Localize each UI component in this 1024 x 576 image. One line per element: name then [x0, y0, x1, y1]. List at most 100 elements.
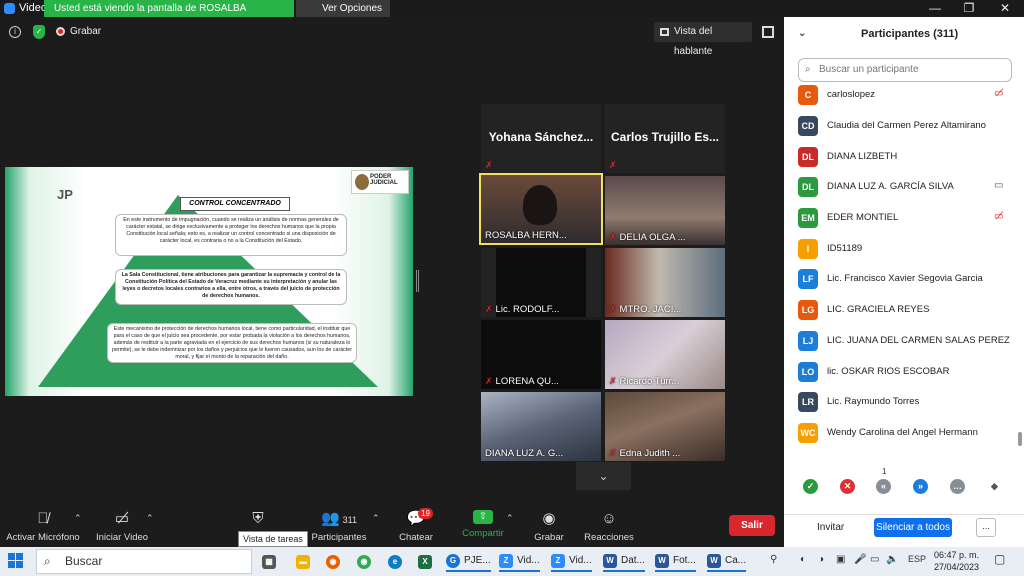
video-off-icon: ▭̸: [994, 88, 1004, 99]
system-clock[interactable]: 06:47 p. m. 27/04/2023: [934, 549, 979, 573]
people-icon[interactable]: ⚲: [770, 554, 777, 565]
chrome-icon[interactable]: ◉: [357, 551, 371, 572]
participants-scrollbar[interactable]: [1018, 87, 1022, 457]
participants-panel-header: ⌄ Participantes (311): [784, 17, 1024, 53]
invite-button[interactable]: Invitar: [812, 519, 849, 536]
participant-list-item[interactable]: LF Lic. Francisco Xavier Segovia Garcia: [798, 269, 1018, 291]
mute-all-button[interactable]: Silenciar a todos: [874, 518, 952, 537]
windows-start-icon[interactable]: [8, 553, 24, 569]
search-icon: ⌕: [44, 554, 51, 568]
nonverbal-feedback-bar: 1 ✓ ✕ « » … ◆: [800, 467, 1010, 507]
network-icon[interactable]: ▭: [870, 554, 879, 565]
yes-check-icon[interactable]: ✓: [803, 479, 818, 494]
video-options-caret[interactable]: ⌃: [146, 513, 154, 524]
excel-icon[interactable]: X: [418, 551, 432, 572]
participant-tile[interactable]: Yohana Sánchez... ✗: [481, 104, 601, 173]
file-explorer-icon[interactable]: ▬: [296, 551, 310, 572]
edge-icon[interactable]: e: [388, 551, 402, 572]
share-label: Compartir: [462, 528, 504, 539]
participant-name: ID51189: [827, 243, 863, 254]
tray-app-icon[interactable]: ◐: [800, 554, 806, 565]
firefox-icon[interactable]: ◉: [326, 551, 340, 572]
participant-list-item[interactable]: C carloslopez ▭̸: [798, 85, 1018, 107]
more-options-button[interactable]: ...: [976, 518, 996, 537]
reactions-button[interactable]: ☺ Reacciones: [584, 510, 634, 543]
language-indicator[interactable]: ESP: [908, 554, 926, 564]
go-faster-icon[interactable]: »: [913, 479, 928, 494]
task-view-icon[interactable]: ▦: [262, 551, 276, 572]
notifications-icon[interactable]: ▢: [994, 552, 1005, 566]
more-reactions-icon[interactable]: …: [950, 479, 965, 494]
microphone-icon[interactable]: 🎤: [854, 554, 866, 565]
slide-paragraph-3: Este mecanismo de protección de derechos…: [107, 323, 357, 363]
taskbar-app-word[interactable]: W Fot...: [655, 551, 696, 572]
leave-meeting-button[interactable]: Salir: [729, 515, 775, 536]
taskbar-app-zoom[interactable]: Z Vid...: [551, 551, 592, 572]
participant-list-item[interactable]: LO lic. OSKAR RIOS ESCOBAR: [798, 362, 1018, 384]
windows-taskbar: ⌕ Buscar ▦ ▬ ◉ ◉ e X G PJE... Z Vid... Z…: [0, 547, 1024, 576]
audio-options-caret[interactable]: ⌃: [74, 513, 82, 524]
participant-list-item[interactable]: LJ LIC. JUANA DEL CARMEN SALAS PEREZ: [798, 331, 1018, 353]
speaker-view-button[interactable]: Vista del hablante: [654, 22, 752, 57]
gallery-scroll-down-button[interactable]: ⌄: [576, 462, 631, 490]
participant-tile[interactable]: ✗ Edna Judith ...: [605, 392, 725, 461]
participant-tile[interactable]: ✗ Ricardo Turr...: [605, 320, 725, 389]
taskbar-app-word[interactable]: W Ca...: [707, 551, 747, 572]
avatar: LG: [798, 300, 818, 320]
participants-panel-title: Participantes (311): [861, 28, 959, 40]
participants-options-caret[interactable]: ⌃: [372, 513, 380, 524]
taskbar-app-zoom[interactable]: Z Vid...: [499, 551, 540, 572]
go-slower-icon[interactable]: «: [876, 479, 891, 494]
participant-list-item[interactable]: LR Lic. Raymundo Torres: [798, 392, 1018, 414]
taskbar-app-word[interactable]: W Dat...: [603, 551, 645, 572]
scrollbar-thumb[interactable]: [1018, 432, 1022, 446]
close-window-button[interactable]: ✕: [988, 0, 1022, 17]
participant-tile[interactable]: ✗ Lic. RODOLF...: [481, 248, 601, 317]
collapse-chevron-icon[interactable]: ⌄: [798, 28, 806, 39]
participant-search-input[interactable]: ⌕ Buscar un participante: [798, 58, 1012, 82]
unmute-button[interactable]: 🎙̸ Activar Micrófono: [6, 510, 80, 543]
record-button[interactable]: ◉ Grabar: [532, 510, 566, 543]
participant-list-item[interactable]: CD Claudia del Carmen Perez Altamirano: [798, 116, 1018, 138]
security-button[interactable]: ⛨: [248, 510, 268, 532]
reaction-count: 1: [882, 467, 887, 476]
avatar: C: [798, 85, 818, 105]
share-options-caret[interactable]: ⌃: [506, 513, 514, 524]
shield-check-icon[interactable]: ✓: [33, 25, 45, 39]
clear-eraser-icon[interactable]: ◆: [987, 479, 1002, 494]
taskbar-search-box[interactable]: ⌕ Buscar: [36, 549, 252, 574]
view-options-button[interactable]: Ver Opciones ▾: [296, 0, 390, 30]
participant-tile-active-speaker[interactable]: ROSALBA HERN...: [479, 173, 603, 245]
video-off-icon: ▭̸: [994, 211, 1004, 222]
maximize-button[interactable]: ❐: [952, 0, 986, 17]
avatar: CD: [798, 116, 818, 136]
participant-tile[interactable]: DIANA LUZ A. G...: [481, 392, 601, 461]
taskbar-app-chrome[interactable]: G PJE...: [446, 551, 491, 572]
participant-tile[interactable]: ✗ MTRO. JACI...: [605, 248, 725, 317]
smiley-plus-icon: ☺: [601, 510, 617, 527]
participant-tile[interactable]: Carlos Trujillo Es... ✗: [605, 104, 725, 173]
info-icon[interactable]: i: [9, 26, 21, 38]
participant-tile[interactable]: ✗ LORENA QU...: [481, 320, 601, 389]
shield-icon: ⛨: [252, 510, 264, 527]
participant-list-item[interactable]: WC Wendy Carolina del Angel Hermann: [798, 423, 1018, 445]
participant-list-item[interactable]: DL DIANA LUZ A. GARCÍA SILVA ▭: [798, 177, 1018, 199]
share-screen-button[interactable]: ⇧ Compartir: [460, 510, 506, 539]
fullscreen-icon[interactable]: [762, 26, 774, 38]
minimize-button[interactable]: —: [918, 0, 952, 17]
recording-indicator[interactable]: Grabar: [56, 26, 101, 37]
participant-list-item[interactable]: EM EDER MONTIEL ▭̸: [798, 208, 1018, 230]
split-resize-handle[interactable]: [416, 270, 419, 292]
start-video-button[interactable]: ▭̸ Iniciar Video: [94, 510, 150, 543]
participant-tile[interactable]: ✗ DELIA OLGA ...: [605, 176, 725, 245]
volume-icon[interactable]: 🔈: [886, 554, 898, 565]
avatar: I: [798, 239, 818, 259]
tray-app-icon[interactable]: ◑: [818, 554, 824, 565]
slide-paragraph-2: La Sala Constitucional, tiene atribucion…: [115, 269, 347, 305]
participant-list-item[interactable]: I ID51189: [798, 239, 1018, 261]
tray-app-icon[interactable]: ▣: [836, 554, 845, 565]
participant-list-item[interactable]: DL DIANA LIZBETH: [798, 147, 1018, 169]
no-x-icon[interactable]: ✕: [840, 479, 855, 494]
participants-button[interactable]: 👥 311 Participantes: [310, 510, 368, 543]
participant-list-item[interactable]: LG LIC. GRACIELA REYES: [798, 300, 1018, 322]
